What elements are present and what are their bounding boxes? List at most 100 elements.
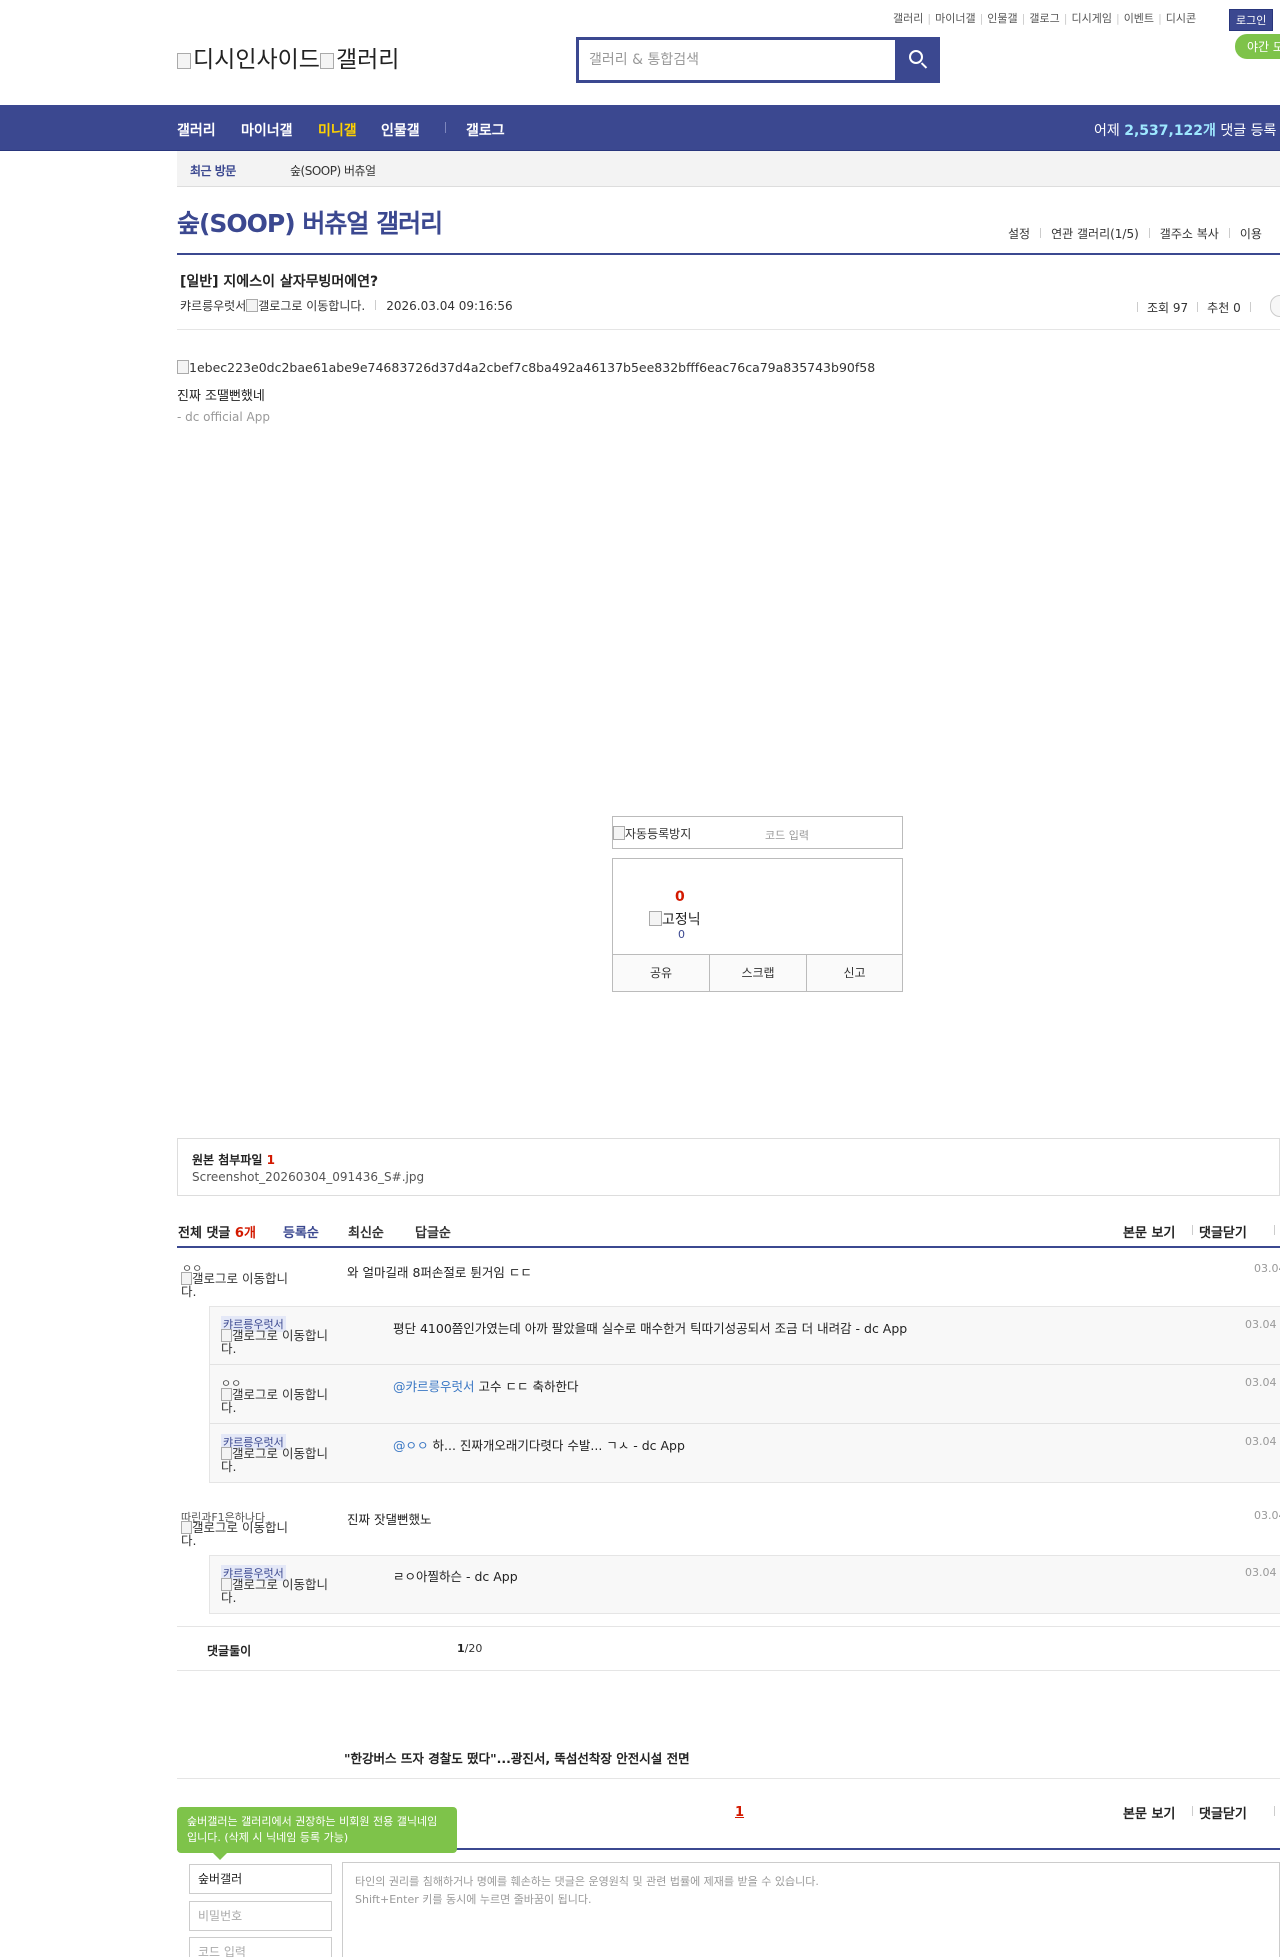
util-link-game[interactable]: 디시게임 (1071, 12, 1111, 25)
captcha-image: 자동등록방지 (613, 825, 691, 842)
page-number-current[interactable]: 1 (735, 1805, 744, 1820)
comment-rule (177, 1246, 1280, 1248)
post-gallog-link[interactable]: 갤로그로 이동합니다. (258, 299, 365, 313)
comment-date: 03.04 (1254, 1509, 1280, 1522)
recent-visit-label[interactable]: 최근 방문 (190, 162, 236, 179)
recommend-count: 0 (675, 889, 685, 905)
login-button[interactable]: 로그인 (1229, 9, 1274, 31)
broken-image-icon (246, 299, 259, 312)
nickname-tooltip: 숲버갤러는 갤러리에서 권장하는 비회원 전용 갤닉네임입니다. (삭제 시 닉… (177, 1807, 457, 1860)
util-link-gallog[interactable]: 갤로그 (1029, 12, 1059, 25)
post-counts: 조회 97 추천 0 (1137, 299, 1260, 316)
captcha-input[interactable]: 코드 입력 (765, 827, 809, 843)
fixnick-count: 0 (678, 928, 685, 941)
broken-image-icon (177, 360, 189, 374)
report-button[interactable]: 신고 (807, 955, 902, 992)
sort-registered[interactable]: 등록순 (283, 1222, 319, 1241)
reply-gallog-link[interactable]: 갤로그로 이동합니다. (221, 1388, 341, 1414)
stat-value: 2,537,122개 (1124, 123, 1216, 139)
gallery-options: 설정 연관 갤러리(1/5) 갤주소 복사 이용 (1008, 225, 1262, 242)
main-nav: 갤러리 마이너갤 미니갤 인물갤 갤로그 어제 2,537,122개 댓글 등록 (0, 105, 1280, 151)
reply-item: 캬르릉우럿서 갤로그로 이동합니다. ㄹㅇ아찔하슨 - dc App 03.04… (177, 1556, 1280, 1613)
gallery-title[interactable]: 숲(SOOP) 버츄얼 갤러리 (177, 204, 443, 240)
meta-rule (177, 329, 1280, 330)
bottom-close-comments-button[interactable]: 댓글닫기 (1199, 1803, 1247, 1822)
scrap-button[interactable]: 스크랩 (710, 955, 807, 992)
attachment-label: 원본 첨부파일 1 (192, 1153, 275, 1167)
comment-notice: 타인의 권리를 침해하거나 명예를 훼손하는 댓글은 운영원칙 및 관련 법률에… (355, 1875, 819, 1888)
recent-visit-item[interactable]: 숲(SOOP) 버츄얼 (290, 162, 376, 179)
comment-gallog-link[interactable]: 갤로그로 이동합니다. (181, 1521, 301, 1547)
comment-dolphin-link[interactable]: 댓글둘이 (207, 1642, 251, 1659)
gallery-settings-link[interactable]: 설정 (1008, 227, 1030, 241)
reply-item: ㅇㅇ 갤로그로 이동합니다. @캬르릉우럿서 고수 ㄷㄷ 축하한다 03.04 … (177, 1366, 1280, 1423)
copy-gallery-url-link[interactable]: 갤주소 복사 (1160, 227, 1219, 241)
attachment-box: 원본 첨부파일 1 Screenshot_20260304_091436_S#.… (177, 1138, 1280, 1196)
code-field[interactable]: 코드 입력 (189, 1937, 332, 1957)
recent-visit-bar: 최근 방문 숲(SOOP) 버츄얼 (177, 151, 1280, 187)
post-body-text: 진짜 조땔뻔했네 (177, 389, 265, 404)
post-image-alt: 1ebec223e0dc2bae61abe9e74683726d37d4a2cb… (189, 360, 876, 375)
nickname-field[interactable]: 숲버갤러 (189, 1864, 332, 1894)
nav-divider (445, 122, 446, 133)
reply-gallog-link[interactable]: 갤로그로 이동합니다. (221, 1578, 341, 1604)
bottom-view-body-button[interactable]: 본문 보기 (1123, 1803, 1175, 1822)
reply-item: 캬르릉우럿서 갤로그로 이동합니다. @ㅇㅇ 하... 진짜개오래기다렷다 수발… (177, 1425, 1280, 1482)
password-field[interactable]: 비밀번호 (189, 1901, 332, 1931)
news-headline-link[interactable]: "한강버스 뜨자 경찰도 떴다"...광진서, 뚝섬선착장 안전시설 전면 (344, 1748, 690, 1767)
recommend-actions: 공유 스크랩 신고 (613, 954, 902, 992)
post-date: 2026.03.04 09:16:56 (386, 299, 513, 313)
reply-date: 03.04 0 (1245, 1376, 1280, 1389)
divider (1274, 1225, 1275, 1235)
reply-text: 평단 4100쯤인가였는데 아까 팔았을때 실수로 매수한거 틱따기성공되서 조… (393, 1321, 908, 1336)
post-author[interactable]: 캬르릉우럿서 (180, 299, 246, 313)
close-comments-button[interactable]: 댓글닫기 (1199, 1222, 1247, 1241)
post-more-button[interactable] (1270, 295, 1280, 317)
search-button[interactable] (897, 40, 937, 80)
reply-gallog-link[interactable]: 갤로그로 이동합니다. (221, 1447, 341, 1473)
comment-textarea[interactable]: 타인의 권리를 침해하거나 명예를 훼손하는 댓글은 운영원칙 및 관련 법률에… (342, 1862, 1280, 1957)
night-mode-button[interactable]: 야간 모 (1235, 34, 1280, 59)
util-link-event[interactable]: 이벤트 (1124, 12, 1154, 25)
comment-header: 전체 댓글 6개 등록순 최신순 답글순 본문 보기 댓글닫기 (177, 1220, 1280, 1248)
post-title: [일반] 지에스이 살자무빙머에연? (180, 274, 379, 290)
comment-page-indicator: 1/20 (457, 1642, 483, 1655)
daily-comment-stat: 어제 2,537,122개 댓글 등록 (1094, 123, 1277, 139)
view-body-button[interactable]: 본문 보기 (1123, 1222, 1175, 1241)
post-meta: 캬르릉우럿서 갤로그로 이동합니다. 2026.03.04 09:16:56 (180, 297, 513, 314)
related-gallery-link[interactable]: 연관 갤러리(1/5) (1051, 227, 1139, 241)
post-image[interactable]: 1ebec223e0dc2bae61abe9e74683726d37d4a2cb… (177, 360, 875, 375)
util-link-gallery[interactable]: 갤러리 (893, 12, 923, 25)
reply-text: @ㅇㅇ 하... 진짜개오래기다렷다 수발... ㄱㅅ - dc App (393, 1438, 685, 1453)
nav-minor-gallery[interactable]: 마이너갤 (241, 120, 293, 140)
title-rule (177, 253, 1280, 255)
post-views: 조회 97 (1147, 301, 1189, 315)
broken-image-icon (613, 826, 625, 840)
attachment-file-link[interactable]: Screenshot_20260304_091436_S#.jpg (192, 1170, 424, 1184)
comment-total: 전체 댓글 6개 (178, 1226, 256, 1241)
nav-mini-gallery[interactable]: 미니갤 (318, 120, 357, 140)
share-button[interactable]: 공유 (613, 955, 710, 992)
site-logo[interactable]: 디시인사이드 갤러리 (177, 40, 399, 74)
util-menu: 갤러리 | 마이너갤 | 인물갤 | 갤로그 | 디시게임 | 이벤트 | 디시콘 (893, 12, 1197, 25)
fixnick-recommend-button[interactable]: 고정닉 (649, 909, 701, 929)
search-box: 갤러리 & 통합검색 (576, 37, 940, 83)
recommend-box: 0 고정닉 0 공유 스크랩 신고 (612, 858, 903, 992)
util-link-dccon[interactable]: 디시콘 (1166, 12, 1196, 25)
reply-gallog-link[interactable]: 갤로그로 이동합니다. (221, 1329, 341, 1355)
comment-gallog-link[interactable]: 갤로그로 이동합니다. (181, 1272, 301, 1298)
reply-divider (210, 1364, 1280, 1365)
reply-mention[interactable]: @ㅇㅇ (393, 1438, 429, 1453)
comment-text: 진짜 잣댈뻔했노 (347, 1512, 432, 1527)
util-link-person[interactable]: 인물갤 (987, 12, 1017, 25)
sort-replies[interactable]: 답글순 (415, 1222, 451, 1241)
nav-person-gallery[interactable]: 인물갤 (381, 120, 420, 140)
search-input[interactable]: 갤러리 & 통합검색 (579, 40, 895, 80)
nav-gallery[interactable]: 갤러리 (177, 120, 216, 140)
nav-gallog[interactable]: 갤로그 (466, 120, 505, 140)
sort-latest[interactable]: 최신순 (348, 1222, 384, 1241)
util-link-minor[interactable]: 마이너갤 (935, 12, 975, 25)
reply-mention[interactable]: @캬르릉우럿서 (393, 1379, 475, 1394)
usage-link[interactable]: 이용 (1240, 227, 1262, 241)
reply-text: @캬르릉우럿서 고수 ㄷㄷ 축하한다 (393, 1379, 579, 1394)
